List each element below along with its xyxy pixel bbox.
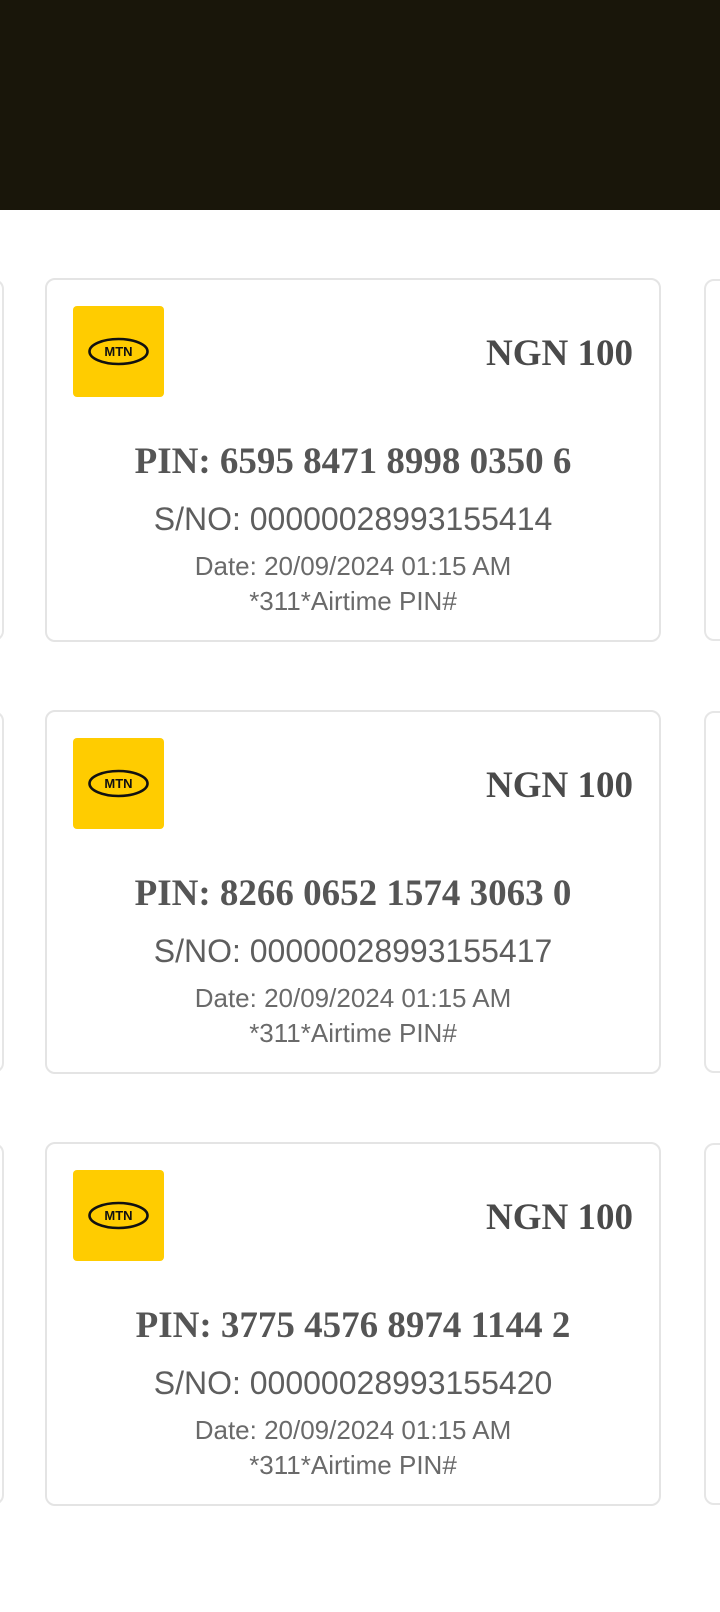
serial-number: S/NO: 00000028993155420	[153, 1365, 553, 1401]
serial-number: S/NO: 00000028993155414	[153, 501, 553, 537]
issue-date: Date: 20/09/2024 01:15 AM	[194, 1415, 512, 1445]
airtime-pin-card: MTN NGN 100 PIN: 3775 4576 8974 1144 2 S…	[45, 1142, 661, 1506]
logo-text: MTN	[104, 1208, 132, 1223]
adjacent-card-left	[0, 1143, 4, 1505]
issue-date: Date: 20/09/2024 01:15 AM	[194, 983, 512, 1013]
pin-number: PIN: 8266 0652 1574 3063 0	[134, 873, 572, 914]
adjacent-card-right	[704, 711, 720, 1073]
adjacent-card-right	[704, 279, 720, 641]
mtn-logo-icon: MTN	[73, 306, 164, 397]
header-bar	[0, 0, 720, 210]
adjacent-card-left	[0, 711, 4, 1073]
serial-number: S/NO: 00000028993155417	[153, 933, 553, 969]
airtime-pin-card: MTN NGN 100 PIN: 6595 8471 8998 0350 6 S…	[45, 278, 661, 642]
issue-date: Date: 20/09/2024 01:15 AM	[194, 551, 512, 581]
denomination: NGN 100	[486, 765, 633, 806]
page: MTN NGN 100 PIN: 6595 8471 8998 0350 6 S…	[0, 0, 720, 1612]
adjacent-card-right	[704, 1143, 720, 1505]
denomination: NGN 100	[486, 333, 633, 374]
denomination: NGN 100	[486, 1197, 633, 1238]
logo-text: MTN	[104, 344, 132, 359]
pin-number: PIN: 3775 4576 8974 1144 2	[135, 1305, 571, 1346]
load-instruction: *311*Airtime PIN#	[249, 586, 457, 616]
adjacent-card-left	[0, 279, 4, 641]
mtn-logo-icon: MTN	[73, 738, 164, 829]
mtn-logo-icon: MTN	[73, 1170, 164, 1261]
load-instruction: *311*Airtime PIN#	[249, 1018, 457, 1048]
pin-number: PIN: 6595 8471 8998 0350 6	[134, 441, 572, 482]
airtime-pin-card: MTN NGN 100 PIN: 8266 0652 1574 3063 0 S…	[45, 710, 661, 1074]
load-instruction: *311*Airtime PIN#	[249, 1450, 457, 1480]
logo-text: MTN	[104, 776, 132, 791]
